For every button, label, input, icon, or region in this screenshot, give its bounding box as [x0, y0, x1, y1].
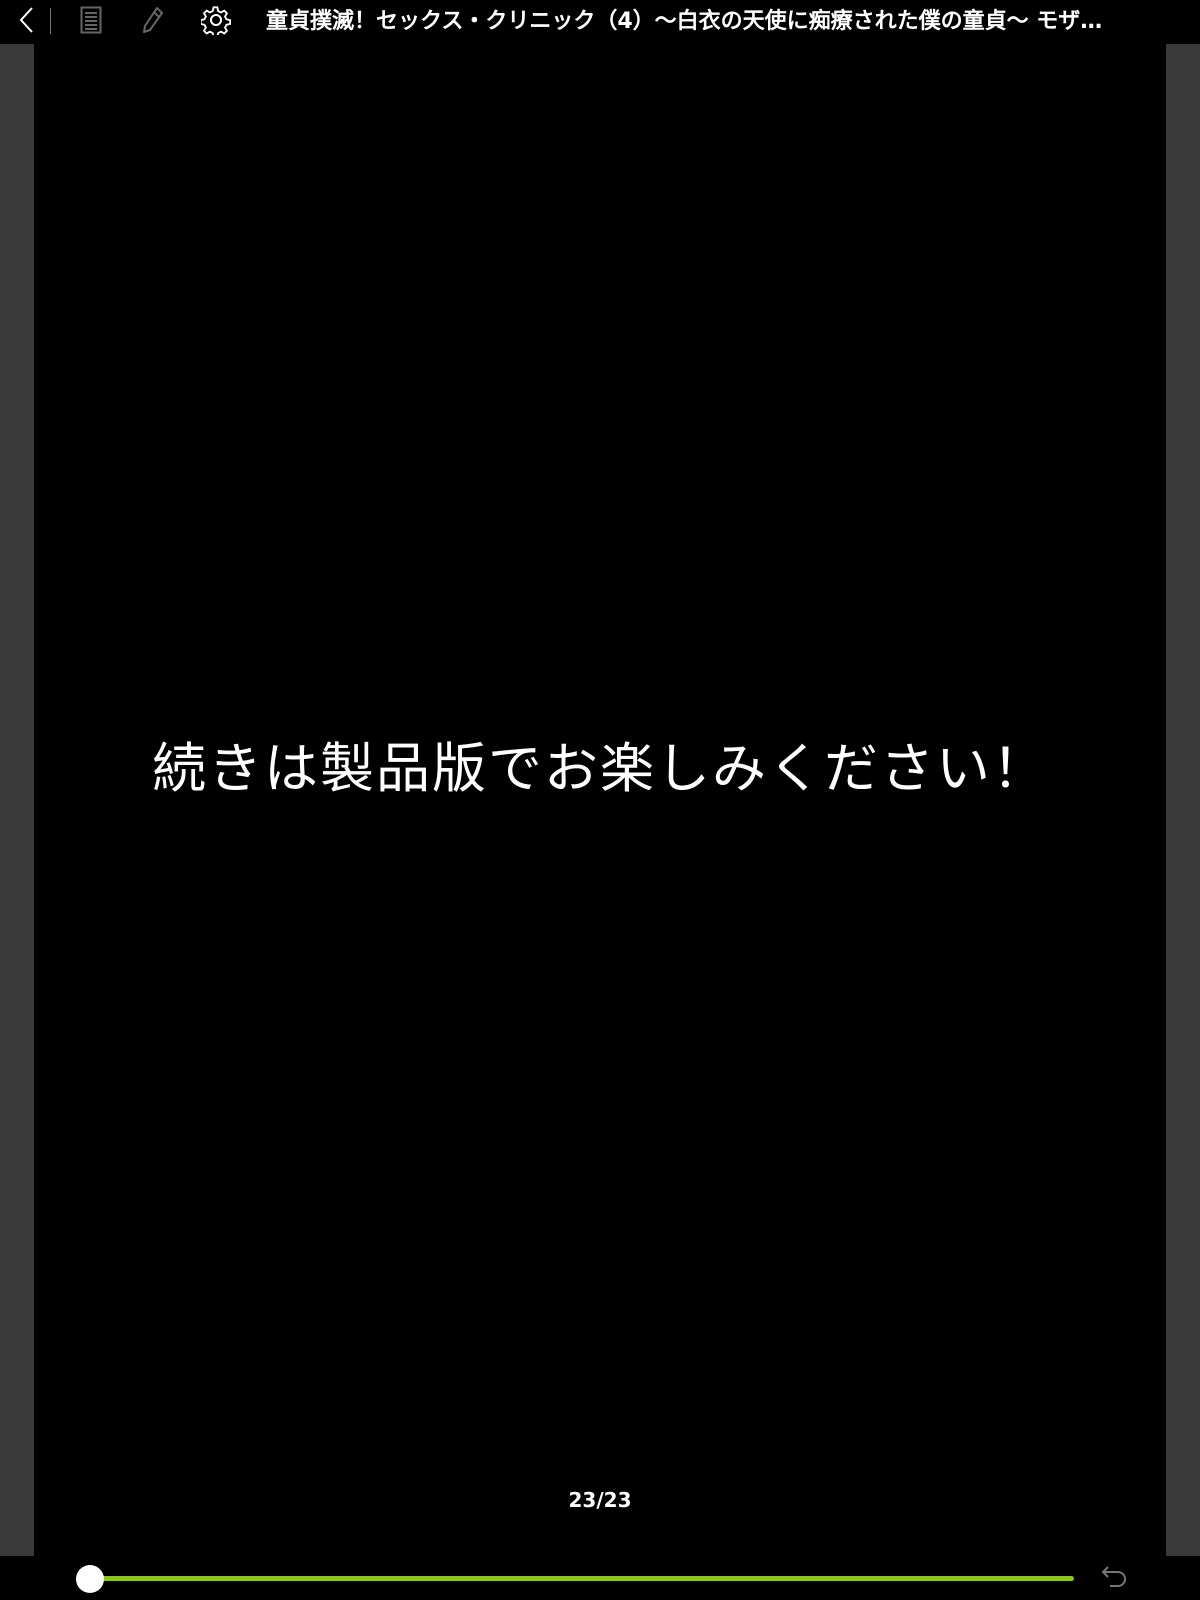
list-document-icon	[80, 6, 102, 38]
reader-page[interactable]: 続きは製品版でお楽しみください！	[34, 44, 1166, 1556]
return-button[interactable]	[1098, 1562, 1130, 1594]
book-title: 童貞撲滅！セックス・クリニック（4）〜白衣の天使に痴療された僕の童貞〜 モザ…	[266, 9, 1103, 34]
top-toolbar: 童貞撲滅！セックス・クリニック（4）〜白衣の天使に痴療された僕の童貞〜 モザ…	[0, 0, 1200, 44]
toolbar-divider	[50, 8, 51, 34]
return-arrow-icon	[1100, 1564, 1128, 1592]
bookmark-pen-button[interactable]	[136, 0, 170, 44]
page-slider-track[interactable]	[90, 1576, 1074, 1581]
page-counter: 23/23	[568, 1488, 632, 1512]
settings-button[interactable]	[199, 0, 233, 44]
page-slider-thumb[interactable]	[76, 1565, 104, 1593]
pen-bookmark-icon	[141, 6, 165, 38]
gear-icon	[199, 5, 232, 39]
toc-button[interactable]	[74, 0, 108, 44]
back-button[interactable]	[10, 0, 44, 44]
preview-end-message: 続きは製品版でお楽しみください！	[152, 737, 1048, 800]
chevron-left-icon	[18, 6, 36, 38]
